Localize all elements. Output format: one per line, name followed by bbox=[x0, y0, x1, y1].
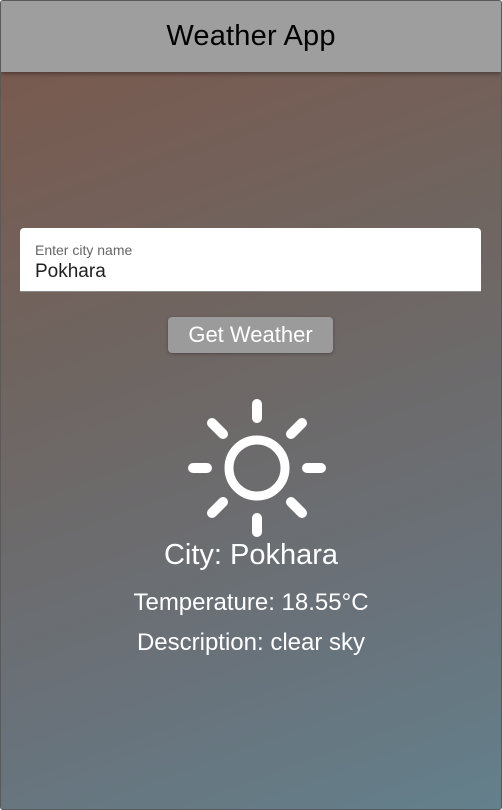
city-result: City: Pokhara bbox=[163, 539, 339, 571]
city-name-input[interactable] bbox=[35, 261, 465, 283]
description-result: Description: clear sky bbox=[136, 629, 366, 656]
get-weather-button[interactable]: Get Weather bbox=[168, 317, 333, 353]
app-bar: Weather App bbox=[1, 1, 501, 72]
city-name-field[interactable]: Enter city name bbox=[20, 228, 481, 292]
temperature-result: Temperature: 18.55°C bbox=[133, 589, 369, 616]
app-title: Weather App bbox=[166, 20, 336, 52]
sun-icon bbox=[188, 399, 326, 537]
city-name-label: Enter city name bbox=[35, 242, 133, 258]
weather-app: Weather App Enter city name Get Weather … bbox=[0, 0, 502, 810]
